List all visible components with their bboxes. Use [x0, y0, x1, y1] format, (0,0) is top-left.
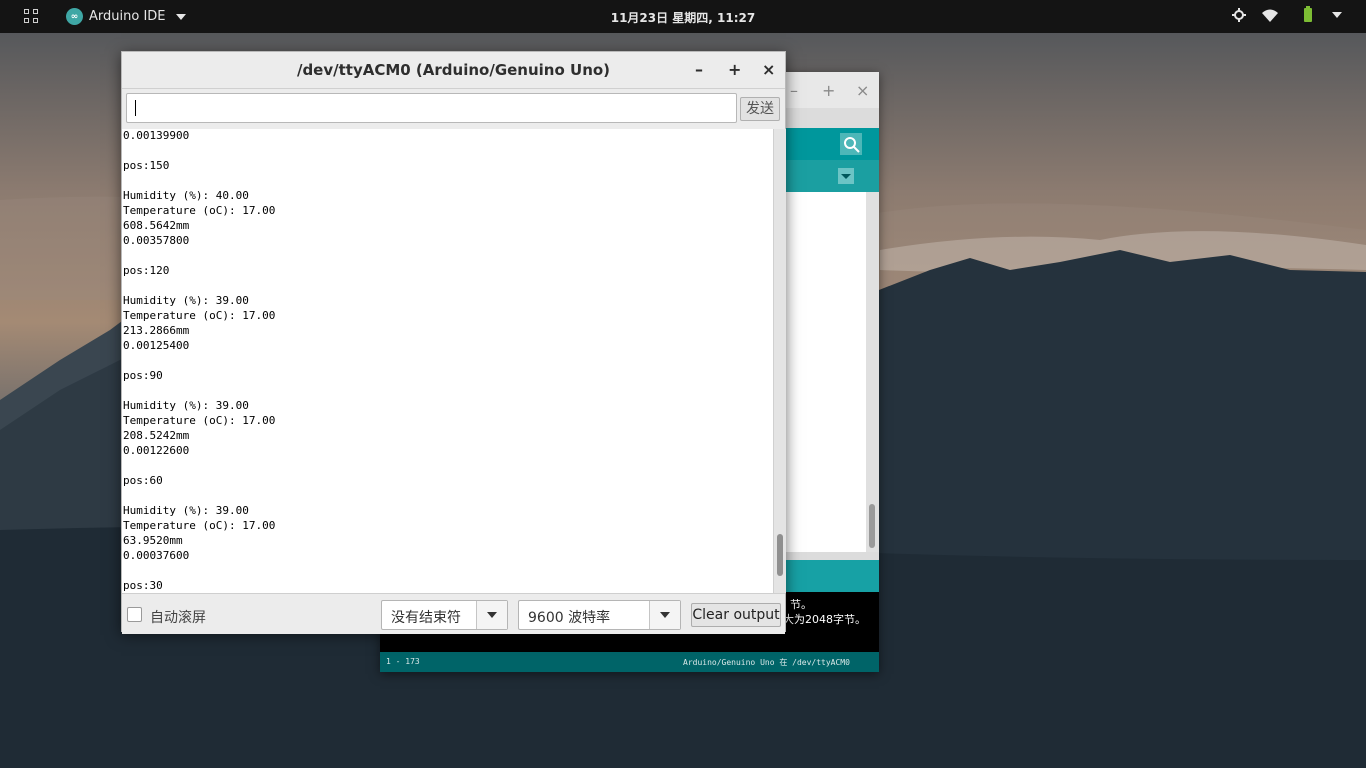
output-line: pos:60 — [123, 474, 163, 487]
output-line: 208.5242mm — [123, 429, 190, 442]
editor-scrollbar[interactable] — [866, 192, 879, 552]
maximize-button[interactable]: + — [728, 60, 741, 79]
output-line: 0.00037600 — [123, 549, 190, 562]
output-line: 0.00139900 — [123, 129, 190, 142]
output-line: pos:150 — [123, 159, 170, 172]
baud-rate-select[interactable]: 9600 波特率 — [518, 600, 681, 630]
output-line: 608.5642mm — [123, 219, 190, 232]
clear-output-button[interactable]: Clear output — [691, 603, 781, 627]
output-line: pos:30 — [123, 579, 163, 592]
serial-output[interactable]: 0.00139900 pos:150 Humidity (%): 40.00 Te… — [122, 129, 773, 593]
close-button[interactable]: × — [762, 60, 775, 79]
chevron-down-icon[interactable] — [476, 601, 507, 629]
output-line: Humidity (%): 39.00 — [123, 294, 249, 307]
board-port-status: Arduino/Genuino Uno 在 /dev/ttyACM0 — [683, 658, 850, 667]
serial-output-text: 0.00139900 pos:150 Humidity (%): 40.00 Te… — [122, 129, 773, 593]
autoscroll-label: 自动滚屏 — [150, 610, 206, 626]
ide-status-bar: 1 - 173 Arduino/Genuino Uno 在 /dev/ttyAC… — [380, 652, 879, 672]
output-line: 0.00125400 — [123, 339, 190, 352]
send-row: 发送 — [126, 93, 782, 125]
baud-rate-value: 9600 波特率 — [528, 610, 611, 626]
battery-icon — [1304, 6, 1312, 22]
scrollbar-thumb[interactable] — [869, 504, 875, 548]
top-bar: ∞ Arduino IDE 11月23日 星期四, 11:27 — [0, 0, 1366, 33]
tab-menu-icon[interactable] — [838, 168, 854, 184]
chevron-down-icon[interactable] — [649, 601, 680, 629]
output-line: 0.00357800 — [123, 234, 190, 247]
output-line: Humidity (%): 40.00 — [123, 189, 249, 202]
location-icon — [1232, 8, 1246, 22]
maximize-button[interactable]: + — [822, 81, 835, 100]
clock[interactable]: 11月23日 星期四, 11:27 — [0, 9, 1366, 26]
send-input[interactable] — [126, 93, 737, 123]
serial-bottom-bar: 自动滚屏 没有结束符 9600 波特率 Clear output — [122, 593, 785, 634]
scrollbar-thumb[interactable] — [777, 534, 783, 576]
output-line: Temperature (oC): 17.00 — [123, 309, 276, 322]
system-tray[interactable] — [1232, 6, 1342, 22]
output-line: Temperature (oC): 17.00 — [123, 519, 276, 532]
wifi-icon — [1262, 9, 1278, 22]
serial-titlebar[interactable]: /dev/ttyACM0 (Arduino/Genuino Uno) – + × — [122, 52, 785, 89]
output-line: pos:120 — [123, 264, 170, 277]
text-cursor — [135, 100, 136, 116]
window-title: /dev/ttyACM0 (Arduino/Genuino Uno) — [296, 61, 611, 79]
line-ending-value: 没有结束符 — [391, 610, 461, 626]
minimize-button[interactable]: – — [790, 81, 798, 100]
serial-monitor-window[interactable]: /dev/ttyACM0 (Arduino/Genuino Uno) – + ×… — [121, 51, 786, 634]
output-line: 0.00122600 — [123, 444, 190, 457]
output-line: Temperature (oC): 17.00 — [123, 414, 276, 427]
close-button[interactable]: × — [856, 81, 869, 100]
autoscroll-checkbox[interactable] — [127, 607, 142, 622]
output-line: Temperature (oC): 17.00 — [123, 204, 276, 217]
output-line: Humidity (%): 39.00 — [123, 399, 249, 412]
output-line: 63.9520mm — [123, 534, 183, 547]
output-line: Humidity (%): 39.00 — [123, 504, 249, 517]
output-scrollbar[interactable] — [773, 129, 786, 593]
line-count: 1 - 173 — [386, 657, 420, 666]
system-menu-icon — [1332, 12, 1342, 18]
output-line: pos:90 — [123, 369, 163, 382]
send-button[interactable]: 发送 — [740, 97, 780, 121]
console-line: 大为2048字节。 — [783, 613, 866, 626]
serial-monitor-icon[interactable] — [840, 133, 862, 155]
line-ending-select[interactable]: 没有结束符 — [381, 600, 508, 630]
minimize-button[interactable]: – — [695, 60, 703, 79]
console-line: 节。 — [790, 598, 812, 611]
output-line: 213.2866mm — [123, 324, 190, 337]
